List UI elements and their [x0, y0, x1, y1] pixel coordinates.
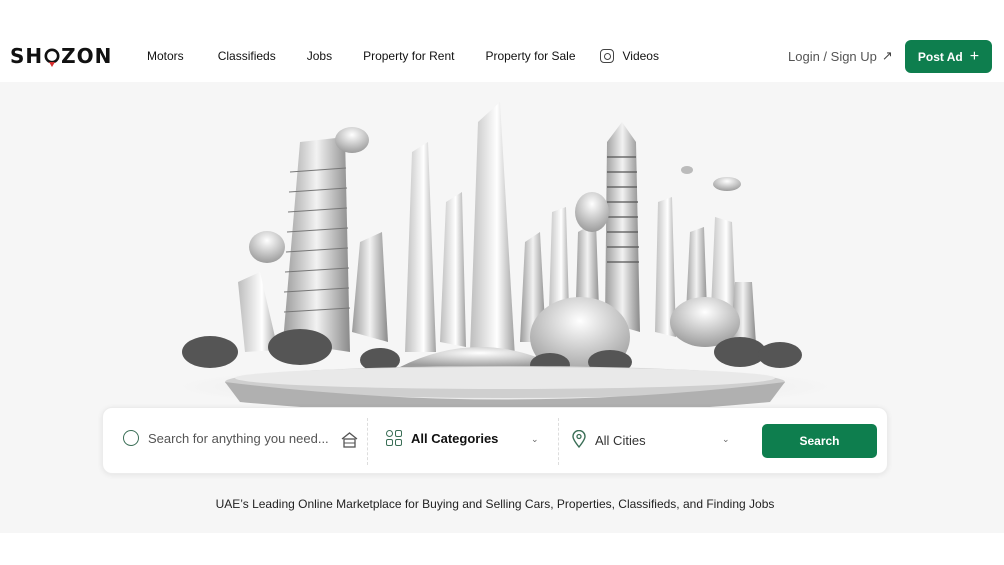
arrow-up-right-icon: ↗ — [881, 48, 893, 63]
nav-item-videos-label: Videos — [622, 49, 659, 63]
video-icon — [599, 49, 614, 63]
city-chevron-down-icon[interactable]: ⌄ — [722, 434, 730, 445]
location-pin-logo-icon — [44, 48, 60, 67]
top-header: SH ZON Motors Classifieds Jobs Property … — [0, 30, 1004, 82]
login-signup-link[interactable]: Login / Sign Up ↗ — [788, 48, 893, 64]
search-field[interactable] — [123, 430, 333, 446]
nav-item-property-for-sale[interactable]: Property for Sale — [485, 49, 575, 63]
post-ad-label: Post Ad — [917, 49, 963, 64]
shozon-logo[interactable]: SH ZON — [10, 44, 112, 68]
search-input[interactable] — [148, 430, 333, 446]
logo-text-right: ZON — [61, 44, 113, 68]
city-select[interactable]: All Cities — [572, 429, 646, 451]
search-divider — [367, 418, 368, 465]
nav-item-videos[interactable]: Videos — [599, 49, 659, 63]
nav-item-property-for-rent[interactable]: Property for Rent — [363, 49, 454, 63]
category-chevron-down-icon[interactable]: ⌄ — [531, 434, 539, 445]
search-bar: All Categories ⌄ All Cities ⌄ Search — [102, 407, 888, 474]
nav-item-jobs[interactable]: Jobs — [307, 49, 332, 63]
logo-text-left: SH — [10, 44, 44, 68]
location-pin-icon — [572, 429, 586, 451]
search-divider — [558, 418, 559, 465]
nav-item-classifieds[interactable]: Classifieds — [218, 49, 276, 63]
search-icon — [123, 430, 139, 446]
plus-icon: + — [969, 47, 980, 65]
tagline: UAE’s Leading Online Marketplace for Buy… — [215, 497, 775, 511]
categories-grid-icon — [386, 430, 403, 447]
post-ad-button[interactable]: Post Ad + — [905, 40, 992, 73]
login-signup-label: Login / Sign Up — [788, 48, 877, 64]
category-select[interactable]: All Categories — [386, 430, 498, 447]
nav-item-motors[interactable]: Motors — [147, 49, 184, 63]
house-icon[interactable] — [341, 432, 358, 453]
category-select-value: All Categories — [411, 431, 499, 446]
main-nav: Motors Classifieds Jobs Property for Ren… — [147, 30, 659, 82]
page: SH ZON Motors Classifieds Jobs Property … — [0, 0, 1004, 565]
search-button[interactable]: Search — [762, 424, 877, 458]
city-select-value: All Cities — [595, 433, 646, 448]
